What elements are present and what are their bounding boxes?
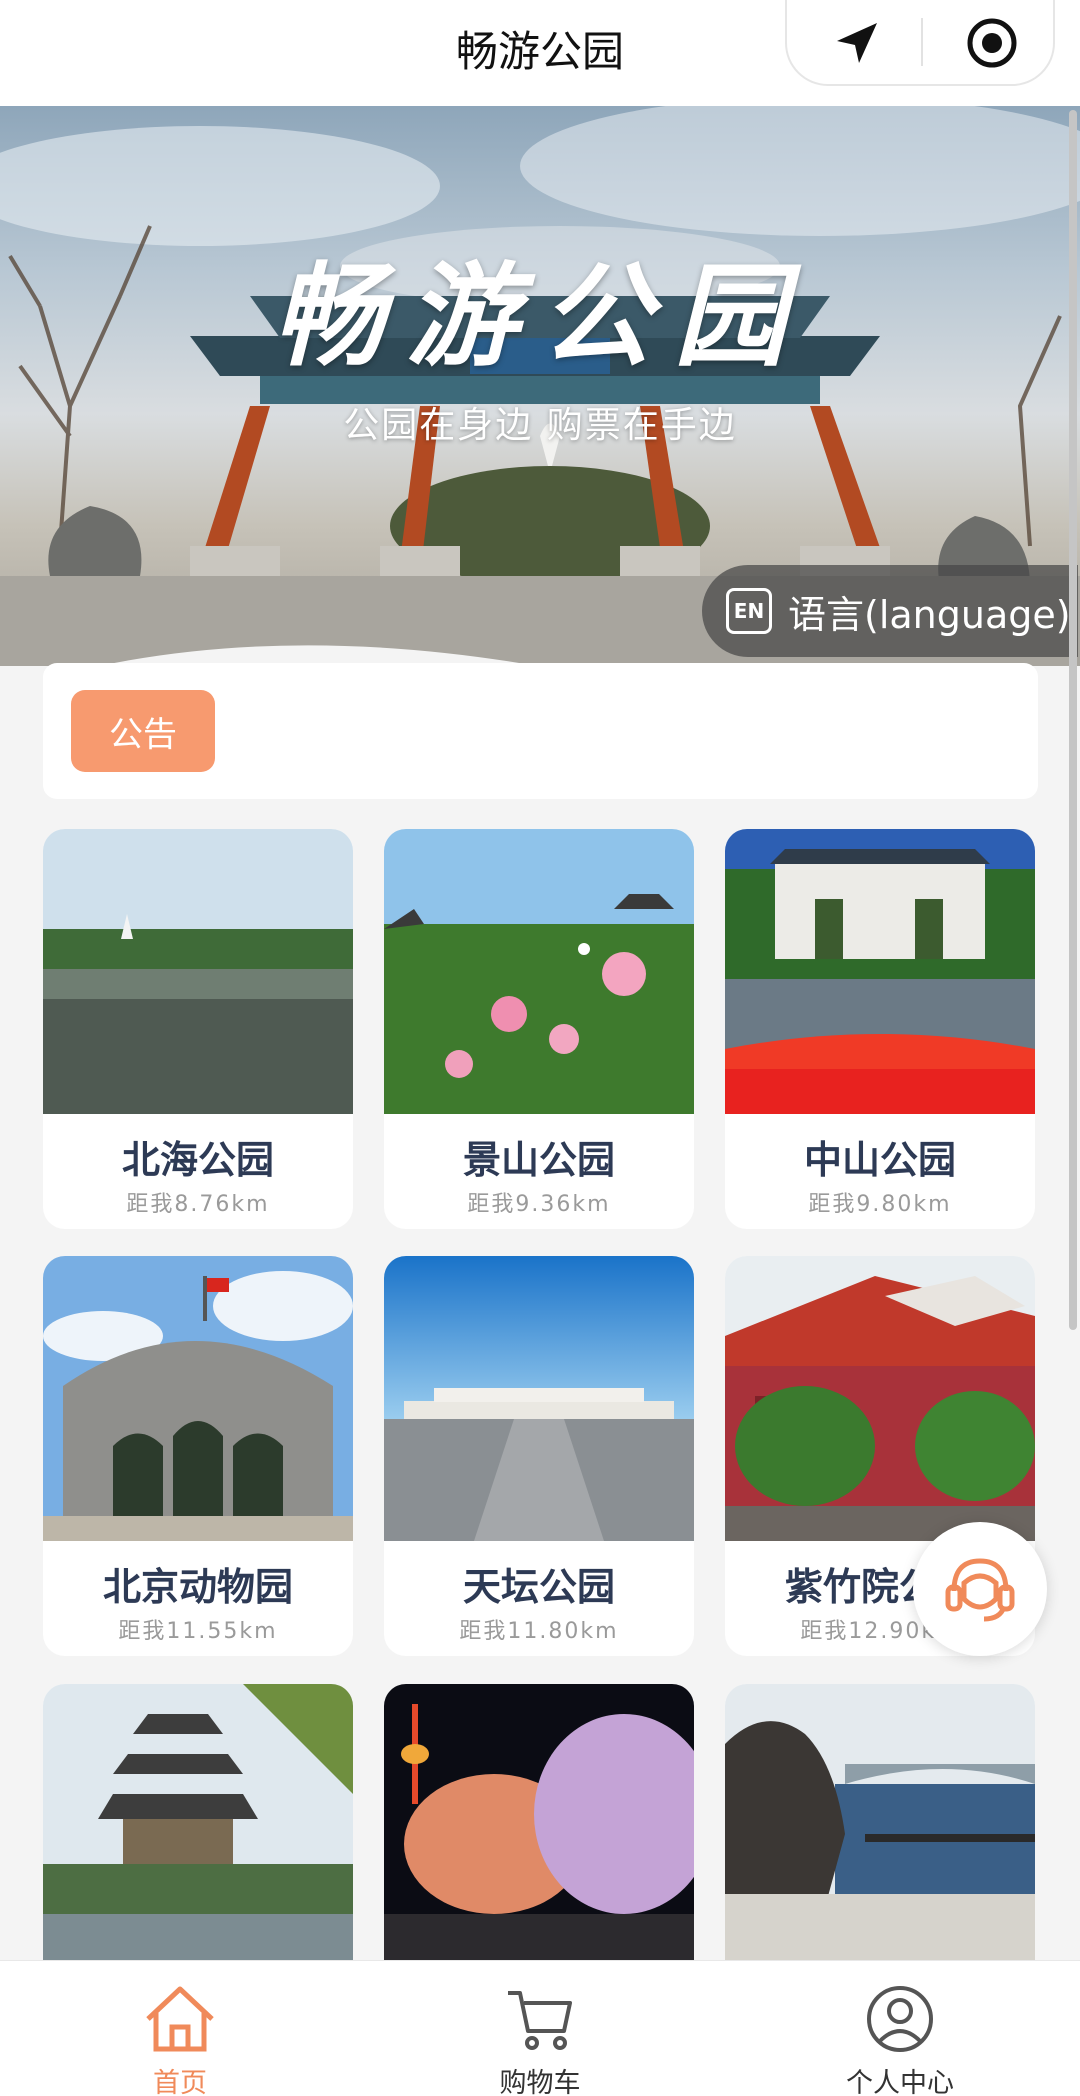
park-card[interactable] bbox=[43, 1684, 353, 1984]
park-card[interactable]: 中山公园 距我9.80km bbox=[725, 829, 1035, 1229]
tab-profile[interactable]: 个人中心 bbox=[720, 1961, 1080, 2096]
park-photo bbox=[725, 1256, 1035, 1541]
tab-label: 购物车 bbox=[499, 2068, 581, 2096]
tab-home[interactable]: 首页 bbox=[0, 1961, 360, 2096]
location-arrow-icon bbox=[837, 23, 877, 63]
park-photo bbox=[43, 829, 353, 1114]
park-photo bbox=[43, 1684, 353, 1969]
park-name: 北海公园 bbox=[121, 1138, 274, 1182]
park-photo bbox=[725, 829, 1035, 1114]
park-card[interactable] bbox=[725, 1684, 1035, 1984]
top-nav-bar: 畅游公园 bbox=[0, 0, 1080, 106]
park-photo bbox=[384, 829, 694, 1114]
park-distance: 距我9.80km bbox=[808, 1192, 952, 1217]
park-card[interactable]: 北海公园 距我8.76km bbox=[43, 829, 353, 1229]
notice-badge: 公告 bbox=[71, 690, 215, 772]
park-photo bbox=[384, 1256, 694, 1541]
bottom-tab-bar: 首页 购物车 个人中心 bbox=[0, 1960, 1080, 2096]
notice-bar[interactable]: 公告 bbox=[43, 663, 1038, 799]
park-distance: 距我11.55km bbox=[118, 1619, 278, 1644]
capsule-divider bbox=[921, 18, 923, 66]
scrollbar[interactable] bbox=[1069, 110, 1077, 1330]
language-switch-button[interactable]: EN 语言(language) bbox=[702, 565, 1078, 657]
park-card[interactable]: 天坛公园 距我11.80km bbox=[384, 1256, 694, 1656]
park-distance: 距我9.36km bbox=[467, 1192, 611, 1217]
customer-service-button[interactable] bbox=[913, 1522, 1047, 1656]
home-icon bbox=[146, 1986, 214, 2052]
park-name: 中山公园 bbox=[803, 1138, 956, 1182]
user-icon bbox=[867, 1986, 933, 2052]
park-distance: 距我8.76km bbox=[126, 1192, 270, 1217]
park-photo bbox=[725, 1684, 1035, 1969]
tab-cart[interactable]: 购物车 bbox=[360, 1961, 720, 2096]
location-button[interactable] bbox=[822, 12, 892, 74]
tab-label: 个人中心 bbox=[846, 2068, 954, 2096]
mini-program-capsule bbox=[785, 0, 1055, 86]
target-icon bbox=[967, 18, 1017, 68]
park-photo bbox=[384, 1684, 694, 1969]
park-name: 天坛公园 bbox=[462, 1565, 615, 1609]
park-name: 北京动物园 bbox=[102, 1565, 293, 1609]
banner-title: 畅游公园 bbox=[272, 251, 808, 382]
banner-subtitle: 公园在身边 购票在手边 bbox=[343, 405, 737, 446]
park-distance: 距我11.80km bbox=[459, 1619, 619, 1644]
language-label: 语言(language) bbox=[788, 592, 1071, 637]
close-miniprogram-button[interactable] bbox=[957, 12, 1027, 74]
park-name: 景山公园 bbox=[462, 1138, 615, 1182]
park-card[interactable] bbox=[384, 1684, 694, 1984]
cart-icon bbox=[508, 1991, 572, 2050]
park-card[interactable]: 景山公园 距我9.36km bbox=[384, 829, 694, 1229]
park-card[interactable]: 北京动物园 距我11.55km bbox=[43, 1256, 353, 1656]
language-icon: EN bbox=[726, 588, 772, 634]
headset-icon bbox=[945, 1558, 1015, 1622]
park-photo bbox=[43, 1256, 353, 1541]
tab-label: 首页 bbox=[153, 2068, 207, 2096]
